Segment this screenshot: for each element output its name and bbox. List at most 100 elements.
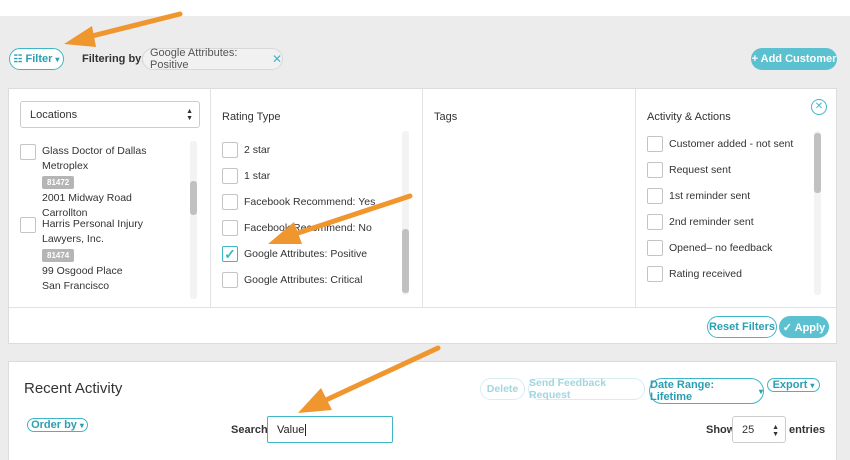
rating-option-label: 1 star bbox=[244, 170, 271, 182]
location-address: 99 Osgood Place bbox=[42, 265, 123, 277]
rating-checkbox[interactable] bbox=[222, 272, 238, 288]
activity-option-label: Request sent bbox=[669, 164, 731, 176]
scrollbar-thumb[interactable] bbox=[190, 181, 197, 215]
filter-button[interactable]: ☷ Filter ▾ bbox=[9, 48, 64, 70]
activity-checkbox[interactable] bbox=[647, 136, 663, 152]
location-checkbox[interactable] bbox=[20, 144, 36, 160]
activity-option-label: 1st reminder sent bbox=[669, 190, 751, 202]
search-label: Search: bbox=[231, 424, 272, 436]
rating-checkbox[interactable] bbox=[222, 220, 238, 236]
recent-activity-panel: Recent Activity Delete Send Feedback Req… bbox=[8, 361, 837, 460]
checkmark-icon: ✓ bbox=[224, 246, 236, 262]
delete-button[interactable]: Delete bbox=[480, 378, 525, 400]
activity-checkbox[interactable] bbox=[647, 240, 663, 256]
panel-divider bbox=[9, 307, 836, 308]
activity-checkbox[interactable] bbox=[647, 188, 663, 204]
rating-option-label: Google Attributes: Critical bbox=[244, 274, 363, 286]
rating-option-label: 2 star bbox=[244, 144, 271, 156]
rating-option-label: Google Attributes: Positive bbox=[244, 248, 368, 260]
rating-type-list: 2 star 1 star Facebook Recommend: Yes Fa… bbox=[222, 137, 375, 293]
order-by-button[interactable]: Order by ▾ bbox=[27, 418, 88, 432]
rating-checkbox[interactable] bbox=[222, 194, 238, 210]
activity-scrollbar[interactable] bbox=[814, 131, 821, 295]
send-feedback-request-button[interactable]: Send Feedback Request bbox=[528, 377, 645, 401]
rating-checkbox[interactable] bbox=[222, 168, 238, 184]
entries-value: 25 bbox=[742, 423, 755, 436]
rating-checkbox[interactable] bbox=[222, 142, 238, 158]
activity-checkbox[interactable] bbox=[647, 266, 663, 282]
recent-activity-title: Recent Activity bbox=[24, 380, 123, 397]
activity-option[interactable]: Opened– no feedback bbox=[647, 235, 793, 261]
active-filter-chip: Google Attributes: Positive ✕ bbox=[142, 47, 283, 71]
activity-option[interactable]: 1st reminder sent bbox=[647, 183, 793, 209]
filtering-by-label: Filtering by: bbox=[82, 53, 145, 65]
activity-option-label: 2nd reminder sent bbox=[669, 216, 754, 228]
rating-checkbox-checked[interactable]: ✓ bbox=[222, 246, 238, 262]
export-label: Export bbox=[772, 379, 808, 391]
rating-option[interactable]: Facebook Recommend: No bbox=[222, 215, 375, 241]
filter-button-label: Filter bbox=[25, 53, 53, 65]
location-checkbox[interactable] bbox=[20, 217, 36, 233]
rating-option[interactable]: Google Attributes: Critical bbox=[222, 267, 375, 293]
add-customer-button[interactable]: + Add Customer bbox=[751, 48, 837, 70]
date-range-button[interactable]: Date Range: Lifetime ▾ bbox=[649, 378, 764, 404]
activity-list: Customer added - not sent Request sent 1… bbox=[647, 131, 793, 287]
date-range-label: Date Range: Lifetime bbox=[650, 379, 715, 403]
rating-scrollbar[interactable] bbox=[402, 131, 409, 295]
annotation-arrow bbox=[64, 11, 183, 47]
caret-down-icon: ▾ bbox=[758, 386, 763, 396]
rating-type-title: Rating Type bbox=[222, 111, 281, 123]
activity-checkbox[interactable] bbox=[647, 214, 663, 230]
circle-close-icon[interactable]: ✕ bbox=[811, 99, 827, 115]
activity-option[interactable]: 2nd reminder sent bbox=[647, 209, 793, 235]
sliders-icon: ☷ bbox=[13, 53, 23, 65]
rating-option[interactable]: ✓ Google Attributes: Positive bbox=[222, 241, 375, 267]
location-name: Glass Doctor of Dallas Metroplex bbox=[42, 145, 147, 172]
activity-option-label: Rating received bbox=[669, 268, 742, 280]
activity-option-label: Customer added - not sent bbox=[669, 138, 794, 150]
rating-option[interactable]: 1 star bbox=[222, 163, 375, 189]
activity-option-label: Opened– no feedback bbox=[669, 242, 773, 254]
apply-button[interactable]: ✓ Apply bbox=[779, 316, 829, 338]
scrollbar-thumb[interactable] bbox=[402, 229, 409, 293]
rating-type-column: Rating Type 2 star 1 star Facebook Recom… bbox=[211, 89, 423, 307]
location-address: 2001 Midway Road bbox=[42, 192, 132, 204]
tags-column: Tags bbox=[423, 89, 636, 307]
locations-column: Locations ▲ ▼ Glass Doctor of Dallas Metr… bbox=[9, 89, 211, 307]
location-id-badge: 81472 bbox=[42, 176, 75, 189]
locations-scrollbar[interactable] bbox=[190, 141, 197, 299]
rating-option[interactable]: 2 star bbox=[222, 137, 375, 163]
filter-panel: Locations ▲ ▼ Glass Doctor of Dallas Metr… bbox=[8, 88, 837, 344]
top-strip bbox=[0, 0, 850, 16]
updown-arrows-icon: ▲ ▼ bbox=[186, 108, 193, 122]
location-city: San Francisco bbox=[42, 280, 110, 292]
locations-select[interactable]: Locations ▲ ▼ bbox=[20, 101, 200, 128]
active-filter-chip-label: Google Attributes: Positive bbox=[150, 47, 238, 71]
location-item[interactable]: Glass Doctor of Dallas Metroplex 81472 2… bbox=[20, 144, 192, 221]
tags-title: Tags bbox=[434, 111, 458, 123]
activity-column: Activity & Actions ✕ Customer added - no… bbox=[636, 89, 837, 307]
location-item[interactable]: Harris Personal Injury Lawyers, Inc. 814… bbox=[20, 217, 182, 294]
activity-option[interactable]: Request sent bbox=[647, 157, 793, 183]
search-input-value: Value bbox=[277, 423, 305, 436]
location-name: Harris Personal Injury Lawyers, Inc. bbox=[42, 218, 143, 245]
activity-checkbox[interactable] bbox=[647, 162, 663, 178]
order-by-label: Order by bbox=[31, 419, 77, 431]
entries-label: entries bbox=[789, 424, 826, 436]
activity-option[interactable]: Customer added - not sent bbox=[647, 131, 793, 157]
activity-option[interactable]: Rating received bbox=[647, 261, 793, 287]
rating-option[interactable]: Facebook Recommend: Yes bbox=[222, 189, 375, 215]
show-label: Show bbox=[706, 424, 736, 436]
entries-select[interactable]: 25 ▲ ▼ bbox=[732, 416, 786, 443]
rating-option-label: Facebook Recommend: No bbox=[244, 222, 372, 234]
caret-down-icon: ▾ bbox=[79, 420, 84, 430]
locations-select-label: Locations bbox=[30, 108, 78, 121]
scrollbar-thumb[interactable] bbox=[814, 133, 821, 193]
text-cursor bbox=[305, 423, 307, 436]
close-icon[interactable]: ✕ bbox=[272, 52, 282, 66]
reset-filters-button[interactable]: Reset Filters bbox=[707, 316, 777, 338]
caret-down-icon: ▾ bbox=[55, 54, 60, 64]
search-input[interactable]: Value bbox=[267, 416, 393, 443]
caret-down-icon: ▾ bbox=[810, 380, 815, 390]
export-button[interactable]: Export ▾ bbox=[767, 378, 820, 392]
